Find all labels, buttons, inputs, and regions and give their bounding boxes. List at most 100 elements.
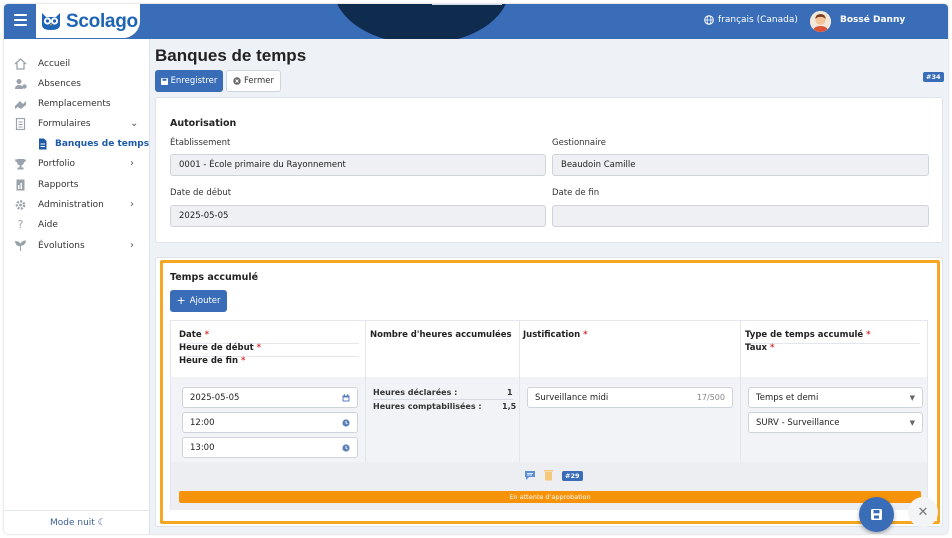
rate-select[interactable]: SURV - Surveillance ▼ [748,412,923,433]
end-time-value: 13:00 [190,442,215,453]
add-button-label: Ajouter [189,296,221,306]
swap-icon [15,101,26,109]
top-bar: Scolago français (Canada) Bossé Danny [4,4,948,39]
sidebar-item-formulaires[interactable]: Formulaires ⌄ [4,115,150,133]
status-badge: En attente d'approbation [179,491,921,503]
comment-icon[interactable] [524,470,536,481]
establishment-label: Établissement [170,138,231,148]
sidebar-item-rapports[interactable]: Rapports [4,176,150,194]
manager-value: Beaudoin Camille [561,160,636,170]
floppy-disk-icon [871,509,882,520]
column-header-rate: Taux * [745,343,775,353]
sidebar-item-label: Banques de temps [55,139,150,149]
type-select[interactable]: Temps et demi ▼ [748,387,923,408]
type-value: Temps et demi [756,392,819,403]
chevron-right-icon: › [130,240,134,251]
sidebar: Accueil Absences Remplacements Formulair… [4,39,150,534]
column-header-end-time: Heure de fin * [179,356,246,366]
calendar-icon[interactable] [342,393,350,402]
close-button-label: Fermer [243,76,274,86]
justification-input[interactable]: Surveillance midi 17/500 [527,387,733,408]
row-actions: #29 En attente d'approbation [171,462,927,510]
sidebar-item-accueil[interactable]: Accueil [4,55,150,73]
add-button[interactable]: + Ajouter [170,290,227,312]
globe-icon [704,15,714,25]
sidebar-item-label: Portfolio [38,159,76,169]
page-title: Banques de temps [155,46,307,65]
date-value: 2025-05-05 [190,392,240,403]
end-date-label: Date de fin [552,188,600,198]
night-mode-label: Mode nuit [50,518,95,528]
start-time-input[interactable]: 12:00 [182,412,358,433]
end-date-field[interactable] [552,205,929,227]
manager-field[interactable]: Beaudoin Camille [552,154,929,176]
rate-value: SURV - Surveillance [756,417,840,428]
chevron-right-icon: › [130,158,134,169]
column-header-hours: Nombre d'heures accumulées [370,330,512,340]
form-icon [15,118,26,130]
night-mode-toggle[interactable]: Mode nuit ☾ [50,518,106,528]
column-header-justification: Justification * [523,330,588,340]
sidebar-item-label: Formulaires [38,119,91,129]
sidebar-item-label: Absences [38,79,81,89]
authorization-title: Autorisation [170,118,237,129]
clock-icon[interactable] [342,418,350,427]
sidebar-item-evolutions[interactable]: Évolutions › [4,237,150,255]
establishment-field[interactable]: 0001 - École primaire du Rayonnement [170,154,546,176]
logo-text[interactable]: Scolago [66,11,138,33]
trophy-icon [15,159,26,170]
language-selector[interactable]: français (Canada) [704,15,798,25]
clock-icon[interactable] [342,443,350,452]
menu-icon[interactable] [14,14,27,28]
floating-save-button[interactable] [859,497,894,532]
user-name[interactable]: Bossé Danny [840,15,905,25]
user-avatar-icon [810,11,831,32]
hours-separator [373,399,513,400]
counted-hours-value: 1,5 [502,402,517,411]
header-decoration-strip [432,4,502,5]
column-header-type: Type de temps accumulé * [745,330,871,340]
owl-logo-icon [42,13,60,30]
authorization-card: Autorisation Établissement 0001 - École … [155,97,943,243]
start-date-value: 2025-05-05 [179,211,229,221]
document-icon [39,138,47,150]
manager-label: Gestionnaire [552,138,607,148]
home-icon [14,58,27,70]
help-icon: ? [17,218,24,231]
sidebar-item-portfolio[interactable]: Portfolio › [4,155,150,173]
sidebar-divider [4,510,150,511]
save-button-label: Enregistrer [170,76,218,86]
row-id-badge: #29 [562,471,583,481]
close-button[interactable]: Fermer [226,70,281,92]
chevron-down-icon: ▼ [909,418,915,427]
header-decoration [334,4,509,39]
user-absence-icon [15,79,27,89]
sidebar-item-label: Aide [38,220,58,230]
date-input[interactable]: 2025-05-05 [182,387,358,408]
sidebar-item-remplacements[interactable]: Remplacements [4,95,150,113]
column-separator [740,321,741,462]
end-time-input[interactable]: 13:00 [182,437,358,458]
chevron-right-icon: › [130,199,134,210]
sidebar-item-banques-de-temps[interactable]: Banques de temps [4,135,150,153]
avatar[interactable] [810,11,831,32]
sidebar-item-label: Accueil [38,59,71,69]
sidebar-item-aide[interactable]: ? Aide [4,216,150,234]
start-date-label: Date de début [170,188,232,198]
sidebar-item-label: Évolutions [38,241,85,251]
sidebar-item-absences[interactable]: Absences [4,75,150,93]
table-header: Date * Heure de début * Heure de fin * N… [171,321,927,377]
close-icon[interactable]: ✕ [908,497,938,527]
evolution-icon [14,240,27,251]
app-window: Scolago français (Canada) Bossé Danny Ac… [4,4,948,534]
sidebar-item-label: Administration [38,200,104,210]
trash-icon[interactable] [543,469,554,481]
report-icon [16,179,25,191]
sidebar-item-administration[interactable]: Administration › [4,196,150,214]
save-button[interactable]: Enregistrer [155,70,223,92]
establishment-value: 0001 - École primaire du Rayonnement [179,160,346,170]
start-time-value: 12:00 [190,417,215,428]
close-circle-icon [233,77,241,85]
start-date-field[interactable]: 2025-05-05 [170,205,546,227]
record-id-badge: #34 [923,72,944,82]
